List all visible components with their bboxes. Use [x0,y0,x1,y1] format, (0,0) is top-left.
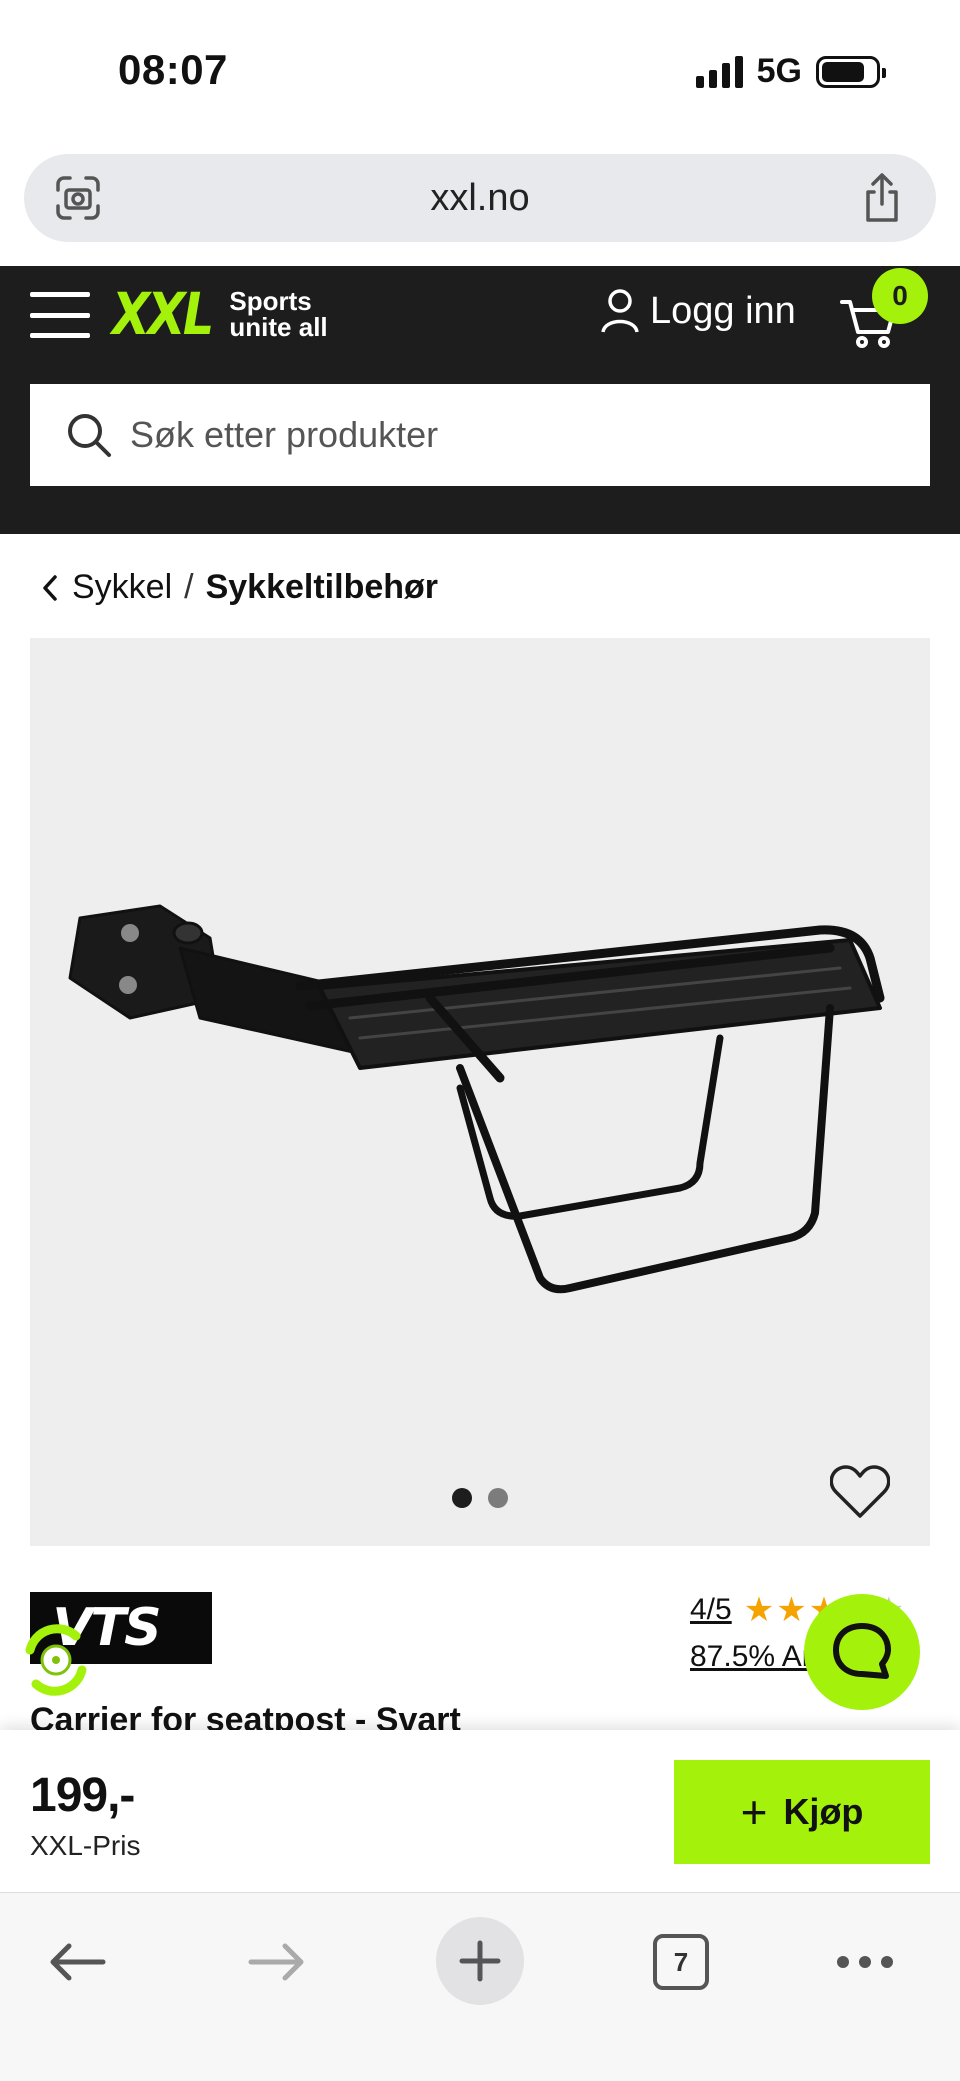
status-bar: 08:07 5G [0,0,960,140]
new-tab-button[interactable] [436,1917,524,2005]
arrow-right-icon [248,1943,304,1981]
forward-button[interactable] [232,1917,322,2007]
product-price: 199,- [30,1769,135,1822]
user-icon [601,289,639,333]
more-dots-icon [837,1956,893,1968]
arrow-left-icon [50,1943,106,1981]
product-title: Carrier for seatpost - Svart [30,1701,461,1730]
url-text: xxl.no [430,176,530,219]
back-button[interactable] [32,1917,122,2007]
logo-tagline: Sports unite all [229,286,328,342]
more-button[interactable] [820,1917,910,2007]
star-icon: ★ [776,1591,807,1629]
browser-toolbar: 7 [0,1892,960,2081]
recycle-icon [25,1624,87,1696]
cart-count-badge: 0 [872,268,928,324]
breadcrumb: Sykkel / Sykkeltilbehør [40,568,438,607]
pagination-dot[interactable] [488,1488,508,1508]
status-indicators: 5G [695,52,886,91]
breadcrumb-current[interactable]: Sykkeltilbehør [206,568,438,607]
battery-icon [816,55,886,88]
product-image [68,904,885,1294]
image-pagination[interactable] [452,1488,508,1508]
breadcrumb-separator: / [184,568,194,606]
plus-icon [459,1940,501,1982]
signal-icon [695,55,743,88]
status-time: 08:07 [118,46,228,93]
pagination-dot-active[interactable] [452,1488,472,1508]
product-image-gallery[interactable] [30,638,930,1546]
menu-icon[interactable] [30,292,90,338]
network-label: 5G [756,52,802,90]
xxl-logo[interactable]: XXL Sports unite all [112,280,328,348]
buy-label: Kjøp [783,1791,864,1832]
plus-icon: + [740,1786,768,1838]
chat-button[interactable] [804,1594,920,1710]
search-icon [68,414,111,457]
url-bar[interactable]: xxl.no [24,154,936,242]
favorite-heart-icon[interactable] [830,1464,890,1520]
login-label: Logg inn [650,289,796,332]
share-icon[interactable] [858,172,906,224]
rating-score[interactable]: 4/5 [690,1593,732,1627]
price-label: XXL-Pris [30,1830,141,1861]
site-header: XXL Sports unite all Logg inn 0 Søk ette… [0,266,960,534]
star-icon: ★ [743,1591,775,1629]
logo-mark: XXL [112,280,214,348]
chat-bubble-icon [833,1623,891,1679]
search-placeholder: Søk etter produkter [130,414,439,455]
tabs-button[interactable]: 7 [636,1917,726,2007]
buy-button[interactable]: + Kjøp [674,1760,930,1864]
page-settings-icon[interactable] [54,174,102,222]
tab-count: 7 [653,1934,709,1990]
chevron-left-icon[interactable] [40,573,60,603]
search-input[interactable]: Søk etter produkter [30,384,930,486]
buy-bar: 199,- XXL-Pris + Kjøp [0,1730,960,1892]
login-button[interactable]: Logg inn [600,288,796,334]
breadcrumb-parent-link[interactable]: Sykkel [72,568,172,607]
